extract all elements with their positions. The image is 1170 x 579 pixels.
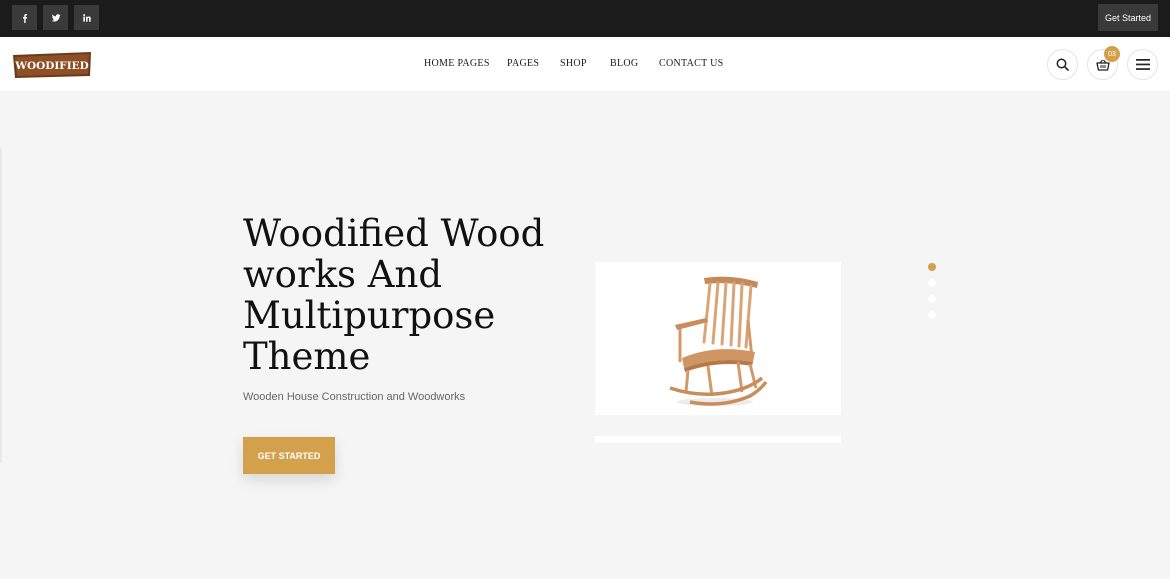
nav-home-pages[interactable]: HOME PAGES: [424, 58, 490, 69]
slider-dot-3[interactable]: [928, 295, 936, 303]
slider-dot-2[interactable]: [928, 279, 936, 287]
svg-text:WOODIFIED: WOODIFIED: [14, 60, 89, 72]
main-header: WOODIFIED HOME PAGES PAGES SHOP BLOG CON…: [0, 37, 1170, 91]
rocking-chair-image: [669, 276, 768, 406]
twitter-icon: [51, 13, 60, 21]
twitter-link[interactable]: [43, 5, 68, 30]
product-card-strip: [595, 436, 841, 443]
slider-dot-1[interactable]: [928, 263, 936, 271]
product-image-card: [595, 262, 841, 415]
nav-shop[interactable]: SHOP: [560, 58, 587, 69]
nav-pages[interactable]: PAGES: [507, 58, 539, 69]
get-started-top-button[interactable]: Get Started: [1097, 4, 1158, 31]
slider-dot-4[interactable]: [928, 311, 936, 319]
linkedin-icon: [82, 13, 91, 22]
hamburger-icon: [1135, 59, 1150, 70]
search-button[interactable]: [1047, 49, 1078, 80]
search-icon: [1056, 58, 1069, 71]
linkedin-link[interactable]: [74, 5, 99, 30]
hero-edge-line: [0, 148, 2, 463]
hero-subtitle: Wooden House Construction and Woodworks: [243, 391, 466, 403]
facebook-link[interactable]: [12, 5, 37, 30]
menu-button[interactable]: [1127, 49, 1158, 80]
facebook-icon: [22, 13, 27, 23]
top-bar: Get Started: [0, 0, 1170, 37]
nav-blog[interactable]: BLOG: [610, 58, 638, 69]
cart-count-badge: 03: [1104, 46, 1120, 62]
get-started-button[interactable]: GET STARTED: [243, 437, 335, 474]
hero-title: Woodified Wood works And Multipurpose Th…: [243, 212, 545, 378]
nav-contact-us[interactable]: CONTACT US: [659, 58, 724, 69]
